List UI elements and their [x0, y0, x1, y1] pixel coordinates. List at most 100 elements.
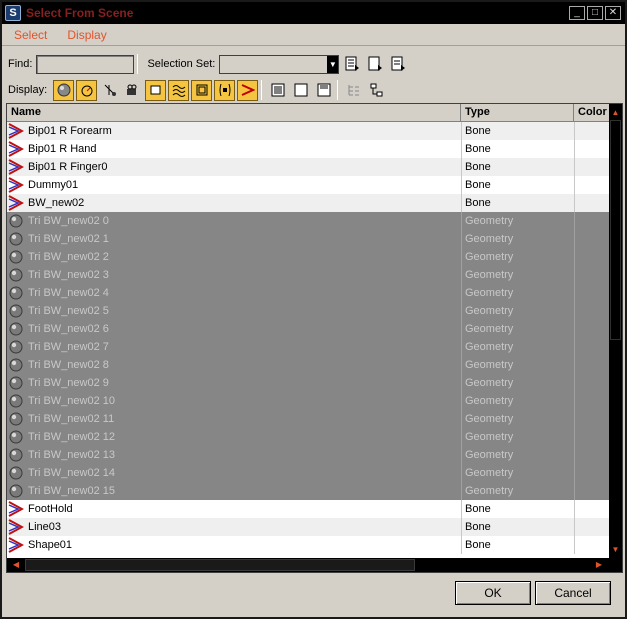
display-hierarchy-icon[interactable]: [366, 79, 388, 101]
list-item-name: BW_new02: [28, 197, 85, 209]
space-warps-filter-icon[interactable]: [168, 79, 190, 101]
sphere-icon: [7, 482, 25, 500]
list-item[interactable]: Tri BW_new02 11 Geometry: [7, 410, 609, 428]
helpers-filter-icon[interactable]: [145, 79, 167, 101]
list-item[interactable]: Tri BW_new02 6 Geometry: [7, 320, 609, 338]
list-item-name: Tri BW_new02 3: [28, 269, 109, 281]
close-button[interactable]: ✕: [605, 6, 621, 20]
list-item-name: Tri BW_new02 7: [28, 341, 109, 353]
list-item[interactable]: FootHold Bone: [7, 500, 609, 518]
list-item-name-cell: Bip01 R Finger0: [7, 158, 461, 176]
list-item-name: Tri BW_new02 15: [28, 485, 116, 497]
list-item-color: [574, 230, 609, 248]
list-item-name-cell: Tri BW_new02 2: [7, 248, 461, 266]
edit-named-selection-icon[interactable]: [342, 54, 362, 74]
display-children-icon[interactable]: [343, 79, 365, 101]
list-header: Name Type Color: [7, 104, 609, 122]
list-item-name: Tri BW_new02 1: [28, 233, 109, 245]
maximize-button[interactable]: □: [587, 6, 603, 20]
list-item[interactable]: Shape01 Bone: [7, 536, 609, 554]
list-item[interactable]: Tri BW_new02 10 Geometry: [7, 392, 609, 410]
xrefs-filter-icon[interactable]: [214, 79, 236, 101]
scroll-left-arrow-icon[interactable]: ◀: [9, 558, 23, 572]
list-item[interactable]: Dummy01 Bone: [7, 176, 609, 194]
cameras-filter-icon[interactable]: [122, 79, 144, 101]
bones-filter-icon[interactable]: [237, 79, 259, 101]
list-item[interactable]: Tri BW_new02 5 Geometry: [7, 302, 609, 320]
list-item-name: Tri BW_new02 12: [28, 431, 116, 443]
list-item-type: Geometry: [461, 446, 574, 464]
vertical-scrollbar[interactable]: ▲ ▼: [609, 104, 622, 558]
sphere-icon: [7, 338, 25, 356]
list-item-name-cell: Tri BW_new02 0: [7, 212, 461, 230]
list-item-name: Bip01 R Forearm: [28, 125, 112, 137]
list-item-type: Bone: [461, 176, 574, 194]
select-all-icon[interactable]: [267, 79, 289, 101]
ok-button[interactable]: OK: [455, 581, 531, 605]
select-children-icon[interactable]: [388, 54, 408, 74]
menu-select[interactable]: Select: [14, 28, 47, 42]
list-item-type: Geometry: [461, 302, 574, 320]
list-item-color: [574, 302, 609, 320]
list-item-name: Tri BW_new02 2: [28, 251, 109, 263]
find-input[interactable]: [36, 54, 135, 74]
list-item[interactable]: Line03 Bone: [7, 518, 609, 536]
chevron-down-icon[interactable]: ▼: [327, 55, 339, 73]
selection-set-dropdown[interactable]: ▼: [219, 54, 340, 74]
list-item-type: Geometry: [461, 248, 574, 266]
list-item-color: [574, 176, 609, 194]
scroll-up-arrow-icon[interactable]: ▲: [609, 106, 622, 119]
sphere-icon: [7, 356, 25, 374]
horizontal-scroll-thumb[interactable]: [25, 559, 415, 571]
scroll-right-arrow-icon[interactable]: ▶: [592, 558, 606, 572]
scroll-down-arrow-icon[interactable]: ▼: [609, 543, 622, 556]
list-item-color: [574, 500, 609, 518]
list-item-name: Bip01 R Hand: [28, 143, 97, 155]
list-item-type: Geometry: [461, 320, 574, 338]
list-item-type: Geometry: [461, 266, 574, 284]
title-bar[interactable]: S Select From Scene _ □ ✕: [2, 2, 625, 24]
list-item-name: Tri BW_new02 10: [28, 395, 116, 407]
list-item[interactable]: Tri BW_new02 4 Geometry: [7, 284, 609, 302]
list-item-name-cell: Shape01: [7, 536, 461, 554]
column-header-type[interactable]: Type: [461, 104, 574, 122]
list-item[interactable]: Tri BW_new02 12 Geometry: [7, 428, 609, 446]
column-header-name[interactable]: Name: [7, 104, 461, 122]
scene-object-list[interactable]: Name Type Color Bip01 R Forearm Bone Bip01…: [6, 103, 623, 573]
list-item[interactable]: Tri BW_new02 9 Geometry: [7, 374, 609, 392]
menu-bar: Select Display: [2, 24, 625, 46]
select-dependents-icon[interactable]: [365, 54, 385, 74]
shapes-filter-icon[interactable]: [76, 79, 98, 101]
bone-icon: [7, 140, 25, 158]
list-item[interactable]: Tri BW_new02 3 Geometry: [7, 266, 609, 284]
sphere-icon: [7, 392, 25, 410]
list-item[interactable]: Tri BW_new02 14 Geometry: [7, 464, 609, 482]
list-item[interactable]: Tri BW_new02 1 Geometry: [7, 230, 609, 248]
horizontal-scrollbar[interactable]: ◀ ▶: [7, 558, 622, 572]
bone-icon: [7, 194, 25, 212]
menu-display[interactable]: Display: [67, 28, 106, 42]
list-item[interactable]: Bip01 R Forearm Bone: [7, 122, 609, 140]
list-item[interactable]: Bip01 R Hand Bone: [7, 140, 609, 158]
list-item[interactable]: Tri BW_new02 0 Geometry: [7, 212, 609, 230]
lights-filter-icon[interactable]: [99, 79, 121, 101]
list-item-type: Bone: [461, 140, 574, 158]
groups-filter-icon[interactable]: [191, 79, 213, 101]
minimize-button[interactable]: _: [569, 6, 585, 20]
vertical-scroll-thumb[interactable]: [610, 120, 621, 340]
cancel-button[interactable]: Cancel: [535, 581, 611, 605]
list-item[interactable]: Tri BW_new02 7 Geometry: [7, 338, 609, 356]
column-header-color[interactable]: Color: [574, 104, 609, 122]
list-item[interactable]: Bip01 R Finger0 Bone: [7, 158, 609, 176]
geometry-filter-icon[interactable]: [53, 79, 75, 101]
list-item[interactable]: Tri BW_new02 2 Geometry: [7, 248, 609, 266]
select-none-icon[interactable]: [290, 79, 312, 101]
list-item-name: Tri BW_new02 9: [28, 377, 109, 389]
list-item[interactable]: BW_new02 Bone: [7, 194, 609, 212]
list-item[interactable]: Tri BW_new02 15 Geometry: [7, 482, 609, 500]
list-item-name-cell: Tri BW_new02 3: [7, 266, 461, 284]
list-item[interactable]: Tri BW_new02 8 Geometry: [7, 356, 609, 374]
list-item[interactable]: Tri BW_new02 13 Geometry: [7, 446, 609, 464]
list-item-color: [574, 356, 609, 374]
invert-selection-icon[interactable]: [313, 79, 335, 101]
